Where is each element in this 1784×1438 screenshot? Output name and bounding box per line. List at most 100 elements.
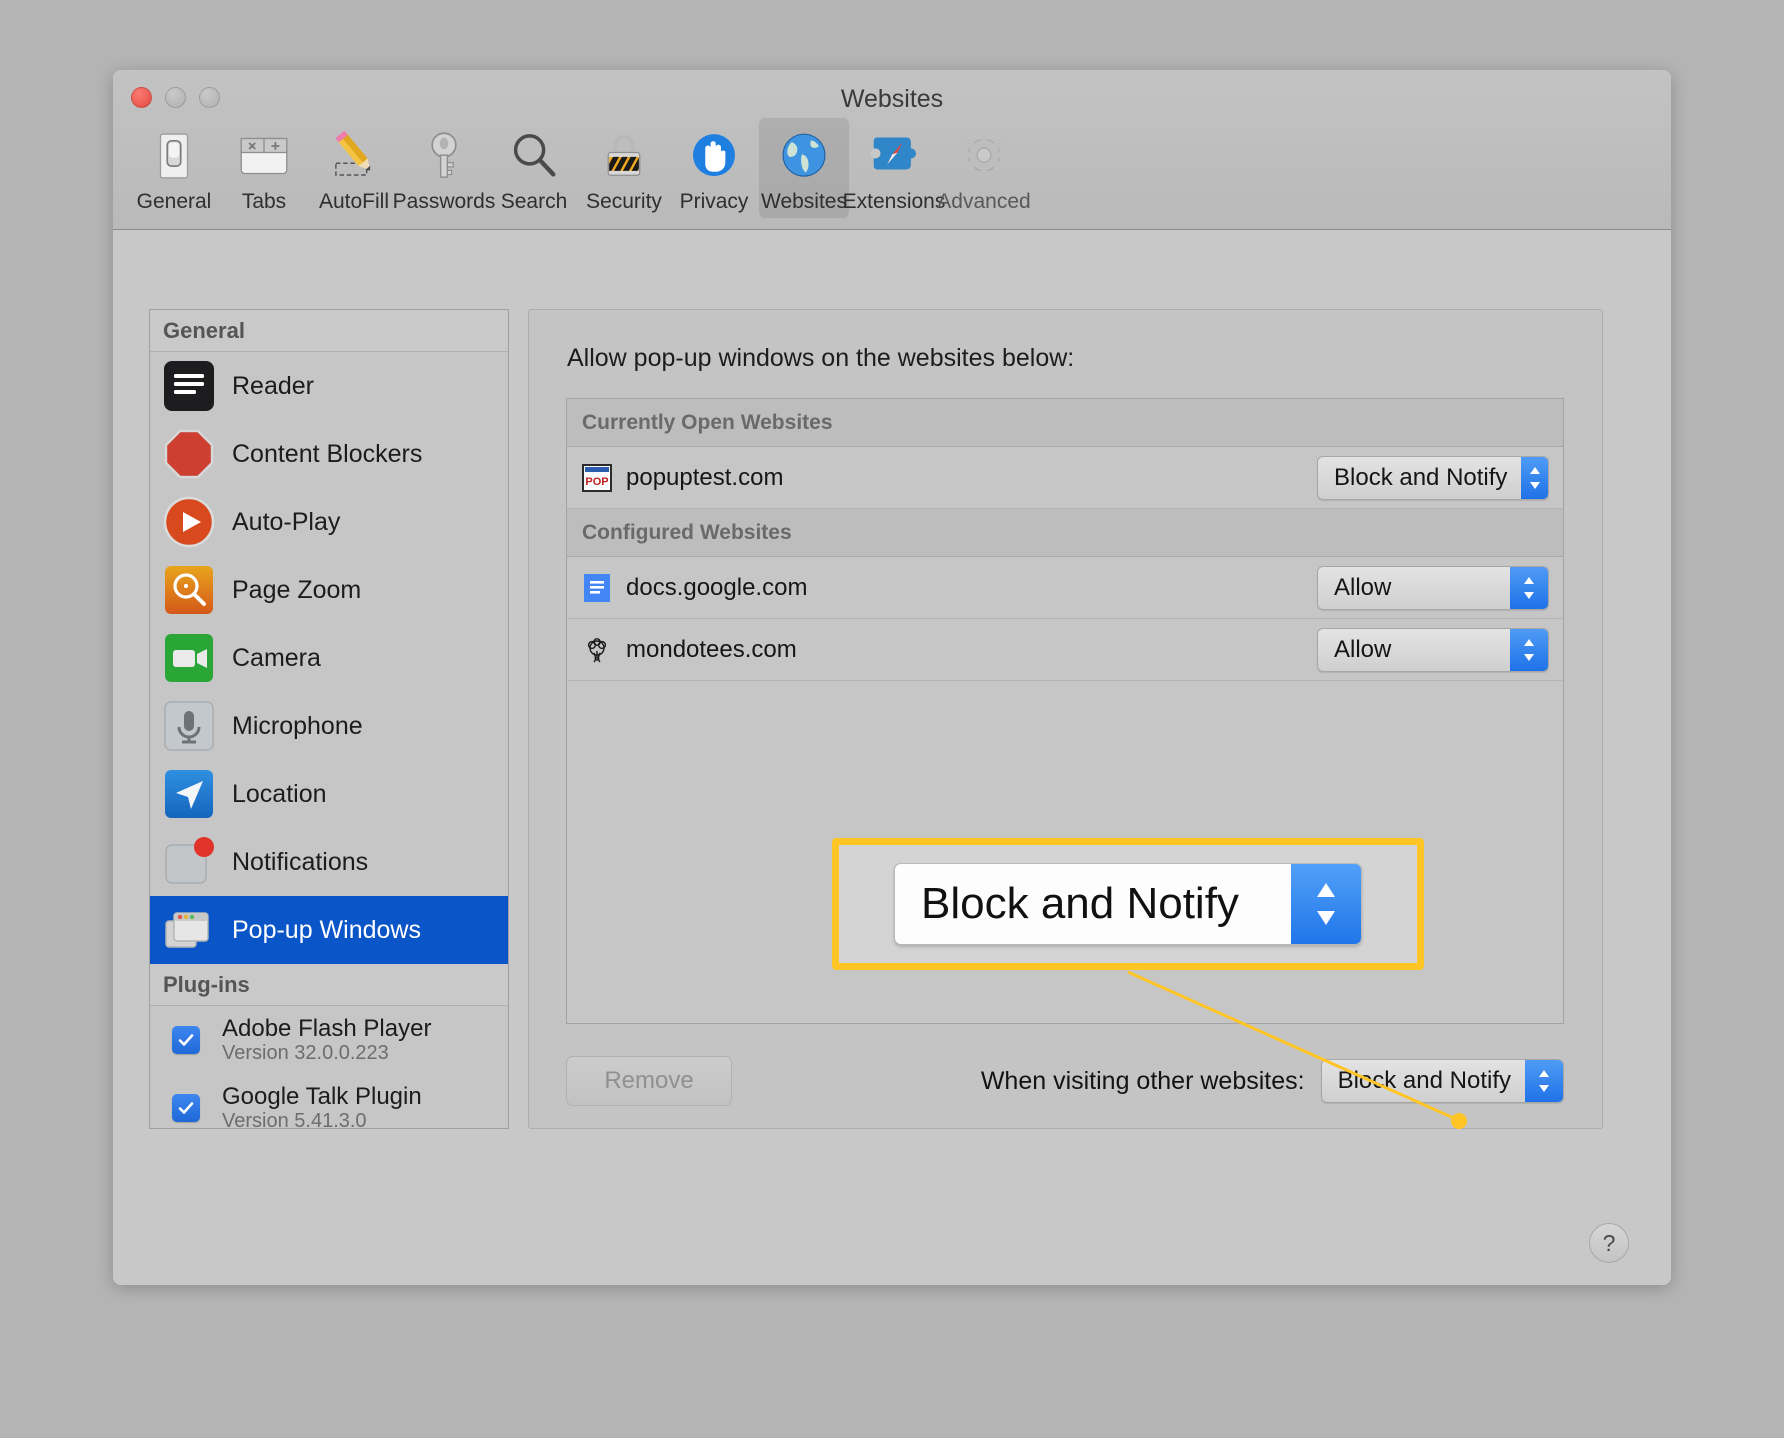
callout-select-preview[interactable]: Block and Notify <box>894 863 1362 945</box>
toolbar-item-search[interactable]: Search <box>489 118 579 218</box>
plugin-checkbox-adobe-flash-player[interactable] <box>172 1026 200 1054</box>
other-websites-label: When visiting other websites: <box>980 1066 1305 1095</box>
key-icon <box>412 124 476 188</box>
sidebar-item-location[interactable]: Location <box>150 760 508 828</box>
stop-sign-icon <box>162 427 216 481</box>
toolbar-item-privacy[interactable]: Privacy <box>669 118 759 218</box>
toolbar-item-passwords-label: Passwords <box>392 190 496 213</box>
group-header-configured: Configured Websites <box>567 509 1563 557</box>
location-arrow-icon <box>162 767 216 821</box>
tabs-icon <box>232 124 296 188</box>
microphone-icon <box>162 699 216 753</box>
toolbar-item-tabs-label: Tabs <box>241 190 287 213</box>
toolbar-item-general[interactable]: General <box>129 118 219 218</box>
sidebar-item-notifications[interactable]: Notifications <box>150 828 508 896</box>
toolbar-item-extensions-label: Extensions <box>842 190 946 213</box>
toolbar-item-search-label: Search <box>500 190 568 213</box>
sidebar-item-camera-label: Camera <box>232 643 321 672</box>
sidebar-item-popup-windows-label: Pop-up Windows <box>232 915 421 944</box>
sidebar-plugins-header: Plug-ins <box>150 964 508 1006</box>
sidebar-item-page-zoom[interactable]: Page Zoom <box>150 556 508 624</box>
toolbar-item-extensions[interactable]: Extensions <box>843 118 945 218</box>
plugin-row-google-talk-plugin[interactable]: Google Talk Plugin Version 5.41.3.0 <box>150 1074 508 1129</box>
sidebar-item-auto-play-label: Auto-Play <box>232 507 341 536</box>
sidebar-item-content-blockers-label: Content Blockers <box>232 439 423 468</box>
puzzle-compass-icon <box>862 124 926 188</box>
site-name: mondotees.com <box>626 635 797 663</box>
toolbar-item-privacy-label: Privacy <box>679 190 749 213</box>
magnifier-icon <box>502 124 566 188</box>
sidebar-item-microphone-label: Microphone <box>232 711 363 740</box>
notifications-icon <box>162 835 216 889</box>
plugin-checkbox-google-talk-plugin[interactable] <box>172 1094 200 1122</box>
other-websites-select[interactable]: Block and Notify <box>1320 1059 1564 1103</box>
table-row[interactable]: mondotees.com Allow <box>567 619 1563 681</box>
globe-icon <box>772 124 836 188</box>
sidebar-item-camera[interactable]: Camera <box>150 624 508 692</box>
svg-text:POP: POP <box>585 476 608 488</box>
site-permission-value: Block and Notify <box>1334 463 1508 491</box>
remove-button[interactable]: Remove <box>566 1056 732 1106</box>
toolbar-item-tabs[interactable]: Tabs <box>219 118 309 218</box>
toolbar-item-passwords[interactable]: Passwords <box>393 118 495 218</box>
toolbar-item-websites[interactable]: Websites <box>759 118 849 218</box>
plugin-version-google-talk-plugin: Version 5.41.3.0 <box>222 1110 367 1129</box>
popup-windows-panel: Allow pop-up windows on the websites bel… <box>528 309 1603 1129</box>
toolbar-item-autofill[interactable]: AutoFill <box>309 118 399 218</box>
callout-highlight: Block and Notify <box>832 838 1424 970</box>
toolbar-item-websites-label: Websites <box>761 190 847 213</box>
table-row[interactable]: POP popuptest.com Block and Notify <box>567 447 1563 509</box>
callout-select-value: Block and Notify <box>921 879 1239 928</box>
group-header-currently-open: Currently Open Websites <box>567 399 1563 447</box>
window-titlebar: Websites General Tabs AutoFill Passwords… <box>113 70 1671 230</box>
table-row[interactable]: docs.google.com Allow <box>567 557 1563 619</box>
sidebar-item-microphone[interactable]: Microphone <box>150 692 508 760</box>
site-name: popuptest.com <box>626 463 784 491</box>
sidebar-item-popup-windows[interactable]: Pop-up Windows <box>150 896 508 964</box>
sidebar-item-notifications-label: Notifications <box>232 847 369 876</box>
window-title: Websites <box>840 85 944 113</box>
preferences-content: General Reader Content Blockers Auto-Pla… <box>113 231 1671 1285</box>
plugin-name-google-talk-plugin: Google Talk Plugin <box>222 1082 422 1110</box>
site-permission-select[interactable]: Allow <box>1317 627 1549 672</box>
plugin-row-adobe-flash-player[interactable]: Adobe Flash Player Version 32.0.0.223 <box>150 1006 508 1074</box>
popuptest-favicon: POP <box>582 463 612 493</box>
sidebar-item-auto-play[interactable]: Auto-Play <box>150 488 508 556</box>
websites-sidebar: General Reader Content Blockers Auto-Pla… <box>149 309 509 1129</box>
sidebar-general-header: General <box>150 310 508 352</box>
site-permission-select[interactable]: Allow <box>1317 565 1549 610</box>
other-websites-value: Block and Notify <box>1337 1067 1511 1094</box>
camera-icon <box>162 631 216 685</box>
padlock-icon <box>592 124 656 188</box>
chevron-updown-icon <box>1510 566 1548 609</box>
sidebar-item-reader-label: Reader <box>232 371 314 400</box>
chevron-updown-icon <box>1525 1060 1563 1102</box>
sidebar-item-location-label: Location <box>232 779 327 808</box>
panel-footer: Remove When visiting other websites: Blo… <box>566 1056 1564 1106</box>
reader-icon <box>162 359 216 413</box>
safari-preferences-window: Websites General Tabs AutoFill Passwords… <box>113 70 1671 1285</box>
toolbar-item-autofill-label: AutoFill <box>318 190 390 213</box>
autofill-pencil-icon <box>322 124 386 188</box>
preferences-toolbar: General Tabs AutoFill Passwords Search S… <box>113 118 1671 218</box>
sidebar-item-reader[interactable]: Reader <box>150 352 508 420</box>
hand-icon <box>682 124 746 188</box>
site-permission-select[interactable]: Block and Notify <box>1317 455 1549 500</box>
gear-icon <box>952 124 1016 188</box>
toolbar-item-general-label: General <box>136 190 212 213</box>
toolbar-item-security[interactable]: Security <box>579 118 669 218</box>
site-name: docs.google.com <box>626 573 808 601</box>
google-docs-favicon <box>582 573 612 603</box>
chevron-updown-icon <box>1291 864 1361 944</box>
mondotees-favicon <box>582 635 612 665</box>
site-permission-value: Allow <box>1334 635 1392 663</box>
panel-intro-text: Allow pop-up windows on the websites bel… <box>567 344 1075 372</box>
sidebar-item-content-blockers[interactable]: Content Blockers <box>150 420 508 488</box>
popup-windows-icon <box>162 903 216 957</box>
sidebar-item-page-zoom-label: Page Zoom <box>232 575 362 604</box>
chevron-updown-icon <box>1510 628 1548 671</box>
plugin-name-adobe-flash-player: Adobe Flash Player <box>222 1014 432 1042</box>
toolbar-item-advanced[interactable]: Advanced <box>937 118 1031 218</box>
site-permission-value: Allow <box>1334 573 1392 601</box>
help-button[interactable]: ? <box>1589 1223 1629 1263</box>
